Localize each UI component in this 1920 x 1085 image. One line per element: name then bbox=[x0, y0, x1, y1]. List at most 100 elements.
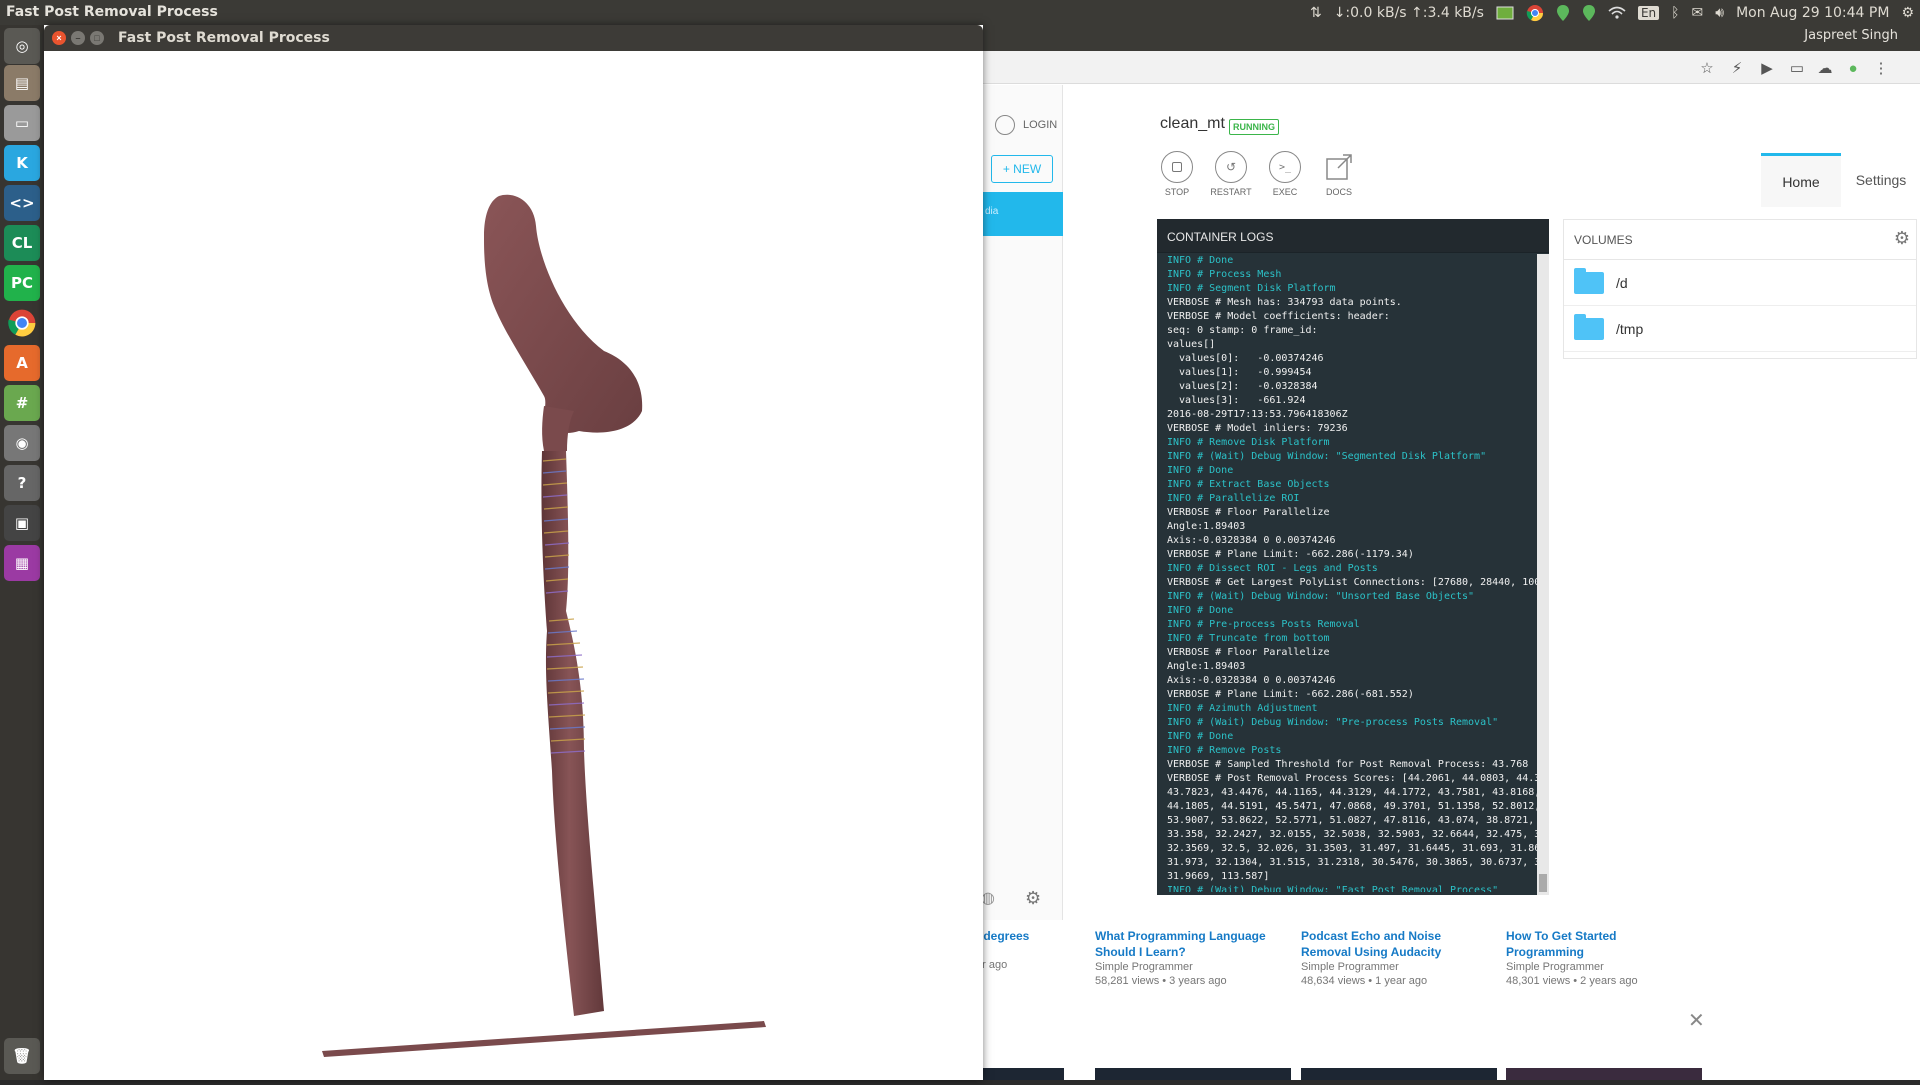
menu-dots-icon[interactable]: ⋮ bbox=[1872, 59, 1890, 77]
pin-extension-icon[interactable]: ● bbox=[1844, 59, 1862, 77]
mail-icon[interactable]: ✉ bbox=[1686, 0, 1710, 25]
terminal-extension-icon[interactable]: ▶ bbox=[1758, 59, 1776, 77]
video-title[interactable]: Podcast Echo and Noise bbox=[1301, 928, 1501, 944]
video-thumbnail[interactable] bbox=[976, 1068, 1064, 1080]
video-title[interactable]: How To Get Started bbox=[1506, 928, 1706, 944]
window-titlebar[interactable]: × – □ Fast Post Removal Process bbox=[44, 25, 983, 51]
log-line: 31.973, 32.1304, 31.515, 31.2318, 30.547… bbox=[1167, 857, 1537, 868]
video-title[interactable]: What Programming Language bbox=[1095, 928, 1295, 944]
volume-icon[interactable]: 🔊︎ bbox=[1709, 0, 1730, 25]
screen-extension-icon[interactable]: ▭ bbox=[1788, 59, 1806, 77]
ubuntu-dash-icon[interactable]: ◎ bbox=[4, 28, 40, 64]
login-area[interactable]: LOGIN bbox=[995, 115, 1057, 135]
cloud-icon[interactable]: ☁ bbox=[1816, 59, 1834, 77]
stop-button[interactable]: STOP bbox=[1152, 151, 1202, 197]
log-line: INFO # Process Mesh bbox=[1167, 269, 1282, 280]
video-thumbnail[interactable] bbox=[1301, 1068, 1497, 1080]
video-card[interactable]: Podcast Echo and Noise Removal Using Aud… bbox=[1301, 928, 1501, 988]
kitematic-icon[interactable]: K bbox=[4, 145, 40, 181]
network-speed[interactable]: ↓:0.0 kB/s ↑:3.4 kB/s bbox=[1328, 0, 1490, 25]
video-channel[interactable]: Simple Programmer bbox=[1301, 960, 1501, 974]
maximize-window-button[interactable]: □ bbox=[90, 31, 104, 45]
chrome-icon[interactable] bbox=[1520, 0, 1550, 25]
drive-icon[interactable]: ▭ bbox=[4, 105, 40, 141]
lightning-icon[interactable]: ⚡︎ bbox=[1728, 59, 1746, 77]
video-channel[interactable]: Simple Programmer bbox=[1506, 960, 1706, 974]
browser-user-name[interactable]: Jaspreet Singh bbox=[1804, 28, 1898, 43]
3d-render-view[interactable] bbox=[44, 51, 983, 1080]
wifi-icon[interactable] bbox=[1602, 0, 1632, 25]
log-line: values[2]: -0.0328384 bbox=[1167, 381, 1318, 392]
volume-item[interactable]: /tmp bbox=[1564, 306, 1916, 352]
log-line: Axis:-0.0328384 0 0.00374246 bbox=[1167, 675, 1336, 686]
active-container-item[interactable]: dia bbox=[981, 192, 1063, 236]
browser-user-strip: Jaspreet Singh bbox=[980, 25, 1920, 51]
software-center-icon[interactable]: A bbox=[4, 345, 40, 381]
log-line: Angle:1.89403 bbox=[1167, 521, 1246, 532]
log-line: INFO # Parallelize ROI bbox=[1167, 493, 1300, 504]
log-line: INFO # Done bbox=[1167, 605, 1234, 616]
log-line: Angle:1.89403 bbox=[1167, 661, 1246, 672]
trash-icon[interactable]: 🗑︎ bbox=[4, 1038, 40, 1074]
files-icon[interactable]: ▤ bbox=[4, 65, 40, 101]
video-channel[interactable]: Simple Programmer bbox=[1095, 960, 1295, 974]
volumes-title: VOLUMES bbox=[1574, 233, 1633, 247]
chrome-launcher-icon[interactable] bbox=[4, 305, 40, 341]
close-window-button[interactable]: × bbox=[52, 31, 66, 45]
log-line: VERBOSE # Floor Parallelize bbox=[1167, 647, 1330, 658]
location-pin-icon[interactable] bbox=[1550, 0, 1576, 25]
pycharm-icon[interactable]: PC bbox=[4, 265, 40, 301]
video-thumbnail[interactable] bbox=[1506, 1068, 1702, 1080]
feedback-icon[interactable]: ◍ bbox=[981, 888, 995, 908]
video-title-line2[interactable]: Programming bbox=[1506, 944, 1706, 960]
status-badge: RUNNING bbox=[1229, 119, 1279, 135]
video-title-line2[interactable]: Should I Learn? bbox=[1095, 944, 1295, 960]
volume-path: /tmp bbox=[1616, 320, 1644, 337]
restart-button[interactable]: ↺ RESTART bbox=[1206, 151, 1256, 197]
bookmark-star-icon[interactable]: ☆ bbox=[1698, 59, 1716, 77]
location-pin-icon-2[interactable] bbox=[1576, 0, 1602, 25]
tab-home[interactable]: Home bbox=[1761, 153, 1841, 207]
video-card[interactable]: How To Get Started Programming Simple Pr… bbox=[1506, 928, 1706, 988]
kitematic-main: clean_mt RUNNING STOP ↺ RESTART >_ EXEC … bbox=[1063, 85, 1920, 920]
video-title-line2[interactable]: Removal Using Audacity bbox=[1301, 944, 1501, 960]
settings-app-icon[interactable]: ◉ bbox=[4, 425, 40, 461]
container-logs-body[interactable]: INFO # Done INFO # Process Mesh INFO # Seg… bbox=[1167, 254, 1537, 892]
exec-button[interactable]: >_ EXEC bbox=[1260, 151, 1310, 197]
minimize-window-button[interactable]: – bbox=[71, 31, 85, 45]
logs-scrollbar-thumb[interactable] bbox=[1539, 874, 1547, 892]
preferences-gear-icon[interactable]: ⚙ bbox=[1025, 888, 1041, 909]
workspace-switcher-icon[interactable]: ▦ bbox=[4, 545, 40, 581]
slack-icon[interactable]: # bbox=[4, 385, 40, 421]
new-container-button[interactable]: + NEW bbox=[991, 155, 1053, 183]
log-line: INFO # Segment Disk Platform bbox=[1167, 283, 1336, 294]
gear-icon[interactable]: ⚙ bbox=[1895, 0, 1920, 25]
docs-button[interactable]: DOCS bbox=[1314, 151, 1364, 197]
tab-settings[interactable]: Settings bbox=[1841, 153, 1920, 207]
terminal-app-icon[interactable]: ▣ bbox=[4, 505, 40, 541]
video-thumbnail[interactable] bbox=[1095, 1068, 1291, 1080]
logs-scrollbar[interactable] bbox=[1537, 254, 1549, 895]
bluetooth-icon[interactable]: ᛒ bbox=[1665, 0, 1685, 25]
log-line: Axis:-0.0328384 0 0.00374246 bbox=[1167, 535, 1336, 546]
clion-icon[interactable]: CL bbox=[4, 225, 40, 261]
volumes-gear-icon[interactable]: ⚙ bbox=[1894, 228, 1910, 249]
volume-item[interactable]: /d bbox=[1564, 260, 1916, 306]
clock[interactable]: Mon Aug 29 10:44 PM bbox=[1730, 0, 1895, 25]
top-panel: Fast Post Removal Process ⇅ ↓:0.0 kB/s ↑… bbox=[0, 0, 1920, 25]
keyboard-layout[interactable]: En bbox=[1632, 0, 1665, 25]
volumes-panel: VOLUMES ⚙ /d /tmp bbox=[1563, 219, 1917, 359]
sort-icon[interactable]: ⇅ bbox=[1304, 0, 1328, 25]
screen-icon[interactable] bbox=[1490, 0, 1520, 25]
code-editor-icon[interactable]: <> bbox=[4, 185, 40, 221]
close-icon[interactable]: ✕ bbox=[1688, 1008, 1705, 1033]
video-meta: 48,301 views • 2 years ago bbox=[1506, 975, 1638, 987]
video-meta: 58,281 views • 3 years ago bbox=[1095, 975, 1227, 987]
video-card[interactable]: What Programming Language Should I Learn… bbox=[1095, 928, 1295, 988]
active-app-title: Fast Post Removal Process bbox=[6, 4, 218, 20]
browser-window: Jaspreet Singh ☆ ⚡︎ ▶ ▭ ☁ ● ⋮ LOGIN + NE… bbox=[976, 25, 1920, 1080]
container-logs-title: CONTAINER LOGS bbox=[1157, 219, 1549, 253]
log-line: VERBOSE # Mesh has: 334793 data points. bbox=[1167, 297, 1402, 308]
folder-icon bbox=[1574, 267, 1604, 294]
help-icon[interactable]: ? bbox=[4, 465, 40, 501]
